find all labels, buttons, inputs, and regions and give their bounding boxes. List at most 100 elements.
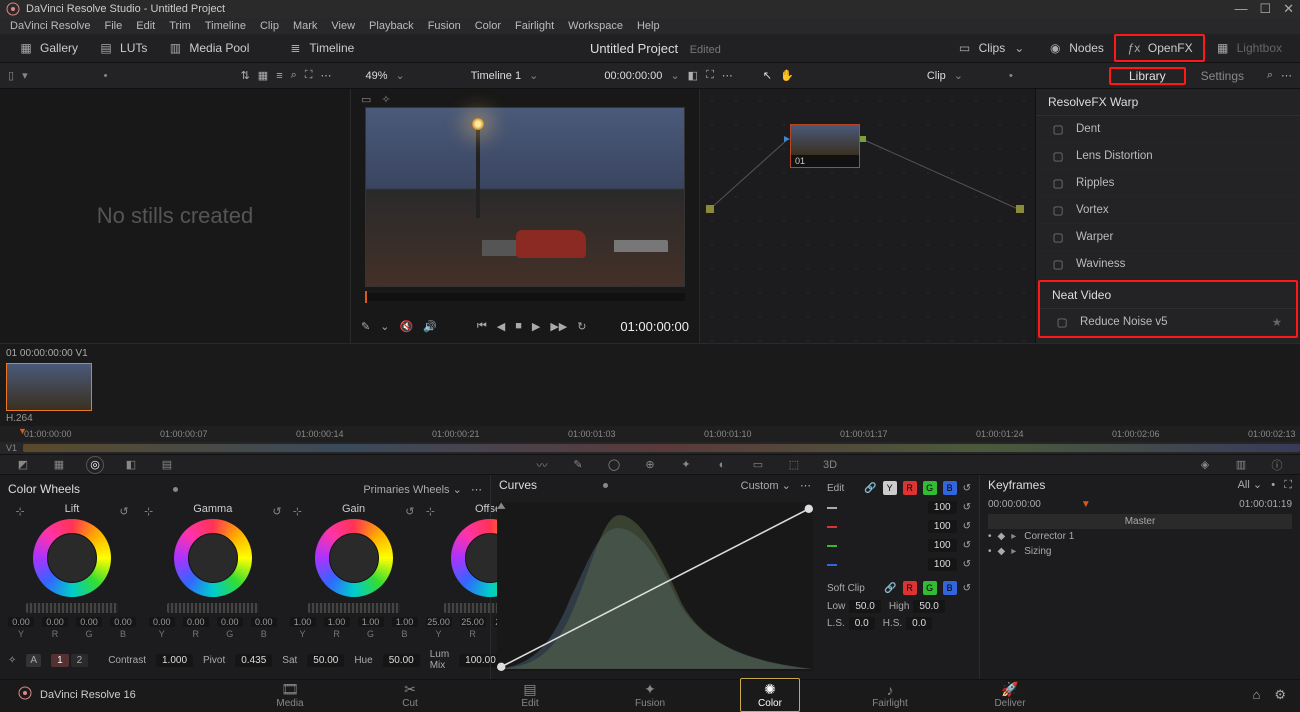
timeline-ruler[interactable]: ▼ 01:00:00:00 01:00:00:07 01:00:00:14 01… xyxy=(0,426,1300,442)
curve-val-b[interactable]: 100 xyxy=(928,558,957,571)
kf-expand[interactable] xyxy=(1011,531,1018,542)
menu-file[interactable]: File xyxy=(105,20,123,32)
wheel-picker-icon[interactable]: ⊹ xyxy=(15,505,24,518)
timeline-toggle[interactable]: ≣Timeline xyxy=(277,36,364,60)
pivot-value[interactable]: 0.435 xyxy=(235,654,272,667)
menu-edit[interactable]: Edit xyxy=(136,20,155,32)
wheel-reset-icon[interactable]: ↺ xyxy=(405,505,414,518)
page-color[interactable]: ✺Color xyxy=(740,678,800,712)
wheel-value[interactable]: 1.00 xyxy=(358,617,384,627)
chip-b[interactable]: B xyxy=(943,481,957,495)
menu-timeline[interactable]: Timeline xyxy=(205,20,246,32)
palette-info-icon[interactable]: ⓘ xyxy=(1268,456,1286,474)
palette-sizing-icon[interactable]: ⬚ xyxy=(785,456,803,474)
palette-wheels-icon[interactable]: ◎ xyxy=(86,456,104,474)
palette-curves-icon[interactable]: 〰 xyxy=(533,456,551,474)
palette-3d-icon[interactable]: 3D xyxy=(821,456,839,474)
chip-r[interactable]: R xyxy=(903,481,917,495)
ofx-tab-library[interactable]: Library xyxy=(1109,67,1186,85)
viewer-timecode[interactable]: 00:00:00:00 xyxy=(604,70,662,82)
kf-corrector[interactable]: Corrector 1 xyxy=(1024,531,1074,542)
reset-icon[interactable]: ↺ xyxy=(963,502,971,513)
menu-fairlight[interactable]: Fairlight xyxy=(515,20,554,32)
chip-y[interactable]: Y xyxy=(883,481,897,495)
menu-davinci[interactable]: DaVinci Resolve xyxy=(10,20,91,32)
curve-val-y[interactable]: 100 xyxy=(928,501,957,514)
expand-icon[interactable]: ⛶ xyxy=(305,69,313,82)
link-icon[interactable]: 🔗 xyxy=(864,483,876,494)
page-fairlight[interactable]: ♪Fairlight xyxy=(860,682,920,709)
kf-diamond[interactable]: ◆ xyxy=(998,546,1006,557)
palette-camera-raw-icon[interactable]: ◩ xyxy=(14,456,32,474)
ofx-tab-settings[interactable]: Settings xyxy=(1186,69,1259,83)
wheel-value[interactable]: 0.00 xyxy=(217,617,243,627)
wheel-value[interactable]: 1.00 xyxy=(324,617,350,627)
search-icon[interactable]: ⌕ xyxy=(291,69,297,82)
wheel-value[interactable]: 0.00 xyxy=(251,617,277,627)
tool-icon-1[interactable]: ▯ xyxy=(8,69,14,82)
palette-window-icon[interactable]: ◯ xyxy=(605,456,623,474)
kf-dot[interactable]: • xyxy=(988,546,992,557)
luts-toggle[interactable]: ▤LUTs xyxy=(88,36,157,60)
ofx-item-ripples[interactable]: ▢Ripples xyxy=(1036,170,1300,197)
color-wheel[interactable] xyxy=(315,519,393,597)
prev-frame-icon[interactable]: ◀ xyxy=(497,320,505,333)
page-tabs[interactable]: 12 xyxy=(51,654,88,667)
sat-value[interactable]: 50.00 xyxy=(307,654,344,667)
palette-blur-icon[interactable]: ◐ xyxy=(713,456,731,474)
reset-icon[interactable]: ↺ xyxy=(963,559,971,570)
wheel-value[interactable]: 25.00 xyxy=(426,617,452,627)
palette-magic-icon[interactable]: ✦ xyxy=(677,456,695,474)
color-wheel[interactable] xyxy=(174,519,252,597)
color-wheel[interactable] xyxy=(33,519,111,597)
curve-val-g[interactable]: 100 xyxy=(928,539,957,552)
minimize-icon[interactable]: — xyxy=(1234,1,1247,17)
wheel-value[interactable]: 1.00 xyxy=(290,617,316,627)
kf-dot[interactable]: • xyxy=(988,531,992,542)
mediapool-toggle[interactable]: ▥Media Pool xyxy=(157,36,259,60)
keyframes-mode[interactable]: All xyxy=(1238,479,1250,491)
node-01[interactable]: 01 xyxy=(790,124,860,168)
curve-val-r[interactable]: 100 xyxy=(928,520,957,533)
more-icon[interactable]: ⋯ xyxy=(321,69,332,82)
wheel-reset-icon[interactable]: ↺ xyxy=(119,505,128,518)
picker-dropdown-icon[interactable]: ⌄ xyxy=(380,320,389,333)
wheel-value[interactable]: 25.00 xyxy=(460,617,486,627)
lightbox-toggle[interactable]: ▦Lightbox xyxy=(1205,36,1292,60)
hs-value[interactable]: 0.0 xyxy=(906,617,932,630)
menu-view[interactable]: View xyxy=(331,20,355,32)
wheel-value[interactable]: 0.00 xyxy=(42,617,68,627)
palette-tracking-icon[interactable]: ⊕ xyxy=(641,456,659,474)
menu-workspace[interactable]: Workspace xyxy=(568,20,623,32)
stop-icon[interactable]: ■ xyxy=(515,320,522,332)
menu-clip[interactable]: Clip xyxy=(260,20,279,32)
palette-keyframes-icon[interactable]: ◈ xyxy=(1196,456,1214,474)
reset-icon[interactable]: ↺ xyxy=(963,540,971,551)
ofx-item-dent[interactable]: ▢Dent xyxy=(1036,116,1300,143)
video-track-1[interactable]: V1 xyxy=(0,442,1300,453)
menu-playback[interactable]: Playback xyxy=(369,20,414,32)
wheels-mode[interactable]: Primaries Wheels xyxy=(363,484,449,496)
curves-mode[interactable]: Custom xyxy=(741,480,779,492)
maximize-icon[interactable]: ☐ xyxy=(1259,1,1271,17)
link-icon[interactable]: 🔗 xyxy=(884,583,896,594)
nodes-toggle[interactable]: ◉Nodes xyxy=(1037,36,1114,60)
wheel-value[interactable]: 0.00 xyxy=(8,617,34,627)
pointer-icon[interactable]: ↖ xyxy=(763,69,772,82)
reset-icon[interactable]: ↺ xyxy=(963,483,971,494)
fullscreen-icon[interactable]: ⛶ xyxy=(706,69,714,82)
openfx-toggle[interactable]: ƒxOpenFX xyxy=(1114,34,1205,62)
kf-expand[interactable] xyxy=(1011,546,1018,557)
low-value[interactable]: 50.0 xyxy=(849,600,880,613)
star-icon[interactable]: ★ xyxy=(1272,315,1282,329)
wheel-value[interactable]: 0.00 xyxy=(110,617,136,627)
contrast-value[interactable]: 1.000 xyxy=(156,654,193,667)
next-frame-icon[interactable]: ▶▶ xyxy=(550,320,567,333)
list-icon[interactable]: ≡ xyxy=(276,70,282,82)
wheel-value[interactable]: 0.00 xyxy=(76,617,102,627)
reset-dot[interactable] xyxy=(173,487,178,492)
wheel-value[interactable]: 1.00 xyxy=(392,617,418,627)
loop-icon[interactable]: ↻ xyxy=(577,320,586,333)
jog-wheel[interactable] xyxy=(308,603,400,613)
volume-icon[interactable]: 🔊 xyxy=(423,320,437,333)
